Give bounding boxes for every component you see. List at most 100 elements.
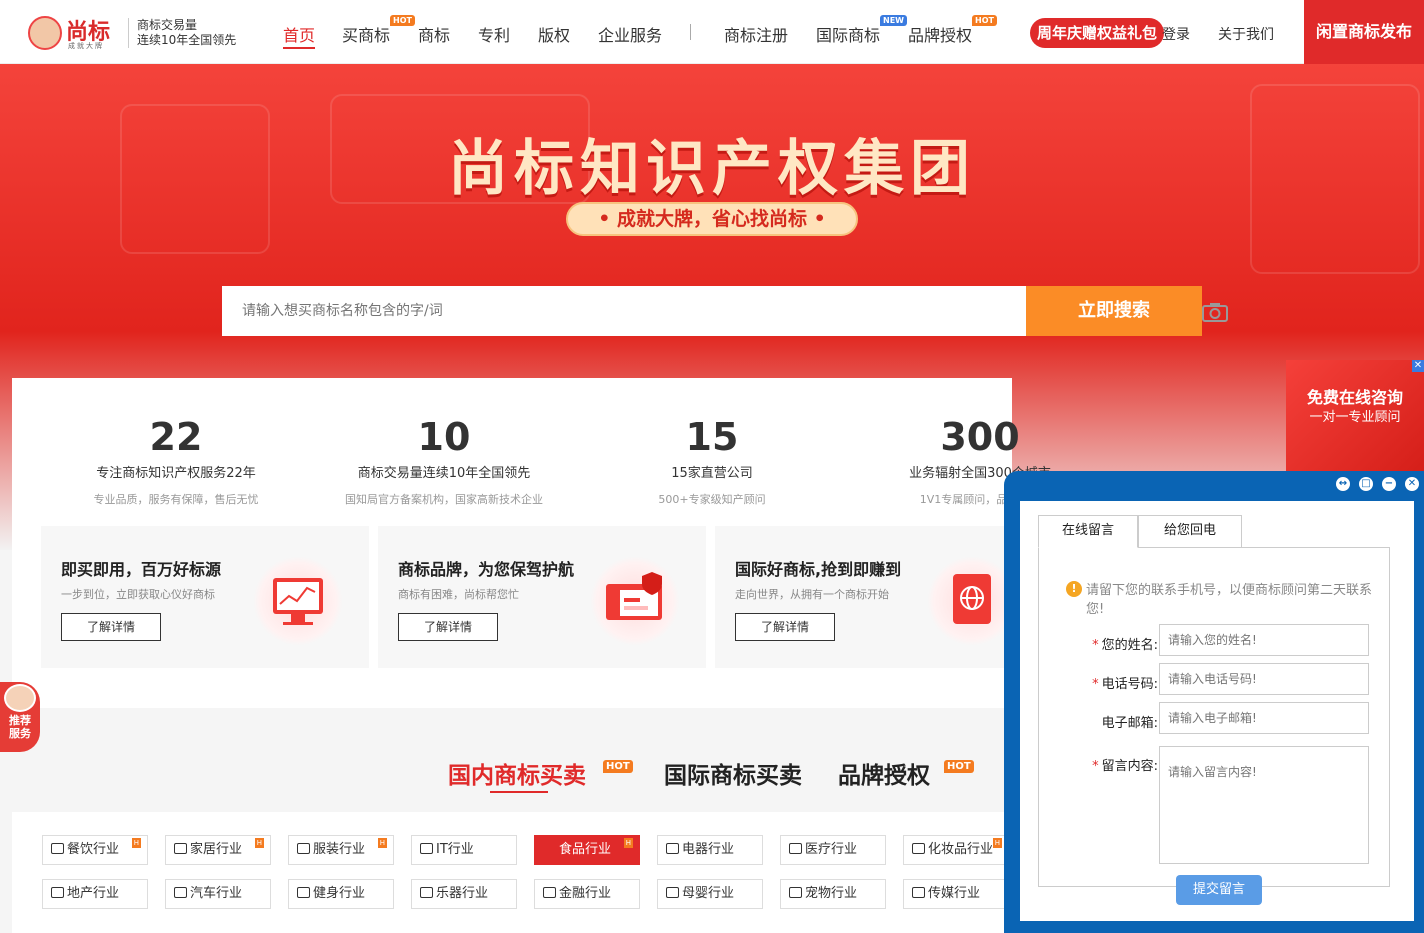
bowl-icon — [51, 843, 64, 854]
category-label: 宠物行业 — [805, 886, 858, 901]
name-input[interactable] — [1159, 624, 1369, 656]
close-icon[interactable]: ✕ — [1412, 360, 1424, 372]
category-appliance[interactable]: 电器行业 — [657, 835, 763, 865]
lipstick-icon — [912, 843, 925, 854]
coin-icon — [543, 887, 556, 898]
tab-online-message[interactable]: 在线留言 — [1038, 515, 1138, 548]
expand-icon[interactable]: ↔ — [1336, 477, 1350, 491]
category-fitness[interactable]: 健身行业 — [288, 879, 394, 909]
sofa-icon — [174, 843, 187, 854]
nav-buy-trademark[interactable]: 买商标 — [342, 22, 390, 46]
tab-brand-license[interactable]: 品牌授权 — [838, 756, 930, 790]
nav-home[interactable]: 首页 — [283, 22, 315, 46]
close-icon[interactable]: ✕ — [1405, 477, 1419, 491]
submit-message-button[interactable]: 提交留言 — [1176, 875, 1262, 905]
category-catering[interactable]: 餐饮行业 H — [42, 835, 148, 865]
tab-domestic[interactable]: 国内商标买卖 — [448, 756, 586, 790]
category-finance[interactable]: 金融行业 — [534, 879, 640, 909]
shirt-icon — [297, 843, 310, 854]
category-label: 服装行业 — [313, 842, 366, 857]
category-label: 医疗行业 — [805, 842, 858, 857]
message-textarea[interactable] — [1159, 746, 1369, 864]
category-label: 金融行业 — [559, 886, 612, 901]
hot-mini-badge: H — [131, 838, 141, 848]
hot-badge: HOT — [603, 760, 633, 773]
stat-number: 15 — [685, 415, 739, 459]
feature-subtitle: 商标有困难，尚标帮您忙 — [398, 588, 519, 601]
recommend-service-float[interactable]: 推荐 服务 — [0, 682, 40, 752]
learn-more-button[interactable]: 了解详情 — [735, 613, 835, 641]
piano-icon — [420, 887, 433, 898]
category-auto[interactable]: 汽车行业 — [165, 879, 271, 909]
category-label: 汽车行业 — [190, 886, 243, 901]
category-media[interactable]: 传媒行业 — [903, 879, 1009, 909]
nav-copyright[interactable]: 版权 — [538, 22, 570, 46]
feature-title: 即买即用，百万好标源 — [61, 560, 222, 579]
nav-international[interactable]: 国际商标 — [816, 22, 880, 46]
category-label: 乐器行业 — [436, 886, 489, 901]
category-baby[interactable]: 母婴行业 — [657, 879, 763, 909]
consult-title: 免费在线咨询 — [1306, 388, 1403, 407]
category-home[interactable]: 家居行业 H — [165, 835, 271, 865]
maximize-icon[interactable]: □ — [1359, 477, 1373, 491]
tab-international[interactable]: 国际商标买卖 — [664, 756, 802, 790]
monitor-chart-icon — [253, 556, 343, 646]
category-food[interactable]: 食品行业 H — [534, 835, 640, 865]
nav-patent[interactable]: 专利 — [478, 22, 510, 46]
phone-input[interactable] — [1159, 663, 1369, 695]
hot-mini-badge: H — [254, 838, 264, 848]
camera-icon[interactable] — [1202, 302, 1228, 322]
feature-card-international: 国际好商标,抢到即赚到 走向世界，从拥有一个商标开始 了解详情 — [715, 526, 1043, 668]
nav-brand-license[interactable]: 品牌授权 — [908, 22, 972, 46]
tab-callback[interactable]: 给您回电 — [1138, 515, 1242, 548]
phone-label-text: 电话号码: — [1101, 677, 1158, 692]
content-label-text: 留言内容: — [1101, 759, 1158, 774]
nav-enterprise[interactable]: 企业服务 — [598, 22, 662, 46]
category-instrument[interactable]: 乐器行业 — [411, 879, 517, 909]
name-label: * 您的姓名: — [1092, 638, 1158, 653]
logo-sub: 成就大牌 — [68, 42, 104, 50]
category-medical[interactable]: 医疗行业 — [780, 835, 886, 865]
category-label: 电器行业 — [682, 842, 735, 857]
message-widget-body: 在线留言 给您回电 ! 请留下您的联系手机号，以便商标顾问第二天联系您! * 您的… — [1020, 501, 1414, 921]
search-button[interactable]: 立即搜索 — [1026, 286, 1202, 336]
email-label: 电子邮箱: — [1072, 712, 1158, 731]
hero-title: 尚标知识产权集团 — [448, 134, 976, 204]
dumbbell-icon — [297, 887, 310, 898]
search-box — [222, 286, 1228, 336]
feature-subtitle: 一步到位，立即获取心仪好商标 — [61, 588, 215, 601]
nav-register[interactable]: 商标注册 — [724, 22, 788, 46]
consult-subtitle: 一对一专业顾问 — [1309, 410, 1401, 425]
search-input[interactable] — [222, 286, 962, 336]
message-widget: ↔ □ − ✕ 在线留言 给您回电 ! 请留下您的联系手机号，以便商标顾问第二天… — [1004, 471, 1424, 933]
free-consult-banner[interactable]: 免费在线咨询 一对一专业顾问 — [1286, 360, 1424, 478]
hero-slogan: • 成就大牌，省心找尚标 • — [566, 202, 858, 236]
shield-document-icon — [590, 556, 680, 646]
publish-trademark-button[interactable]: 闲置商标发布 — [1304, 0, 1424, 64]
about-link[interactable]: 关于我们 — [1218, 24, 1274, 44]
site-logo[interactable]: 尚标 成就大牌 — [28, 14, 124, 52]
email-input[interactable] — [1159, 702, 1369, 734]
category-apparel[interactable]: 服装行业 H — [288, 835, 394, 865]
minimize-icon[interactable]: − — [1382, 477, 1396, 491]
learn-more-button[interactable]: 了解详情 — [61, 613, 161, 641]
monitor-icon — [420, 843, 433, 854]
nav-trademark[interactable]: 商标 — [418, 22, 450, 46]
feature-title: 国际好商标,抢到即赚到 — [735, 560, 902, 579]
category-label: 家居行业 — [190, 842, 243, 857]
category-realestate[interactable]: 地产行业 — [42, 879, 148, 909]
nav-active-underline — [283, 47, 315, 49]
email-label-text: 电子邮箱: — [1101, 716, 1158, 731]
category-pet[interactable]: 宠物行业 — [780, 879, 886, 909]
industry-category-panel: 餐饮行业 H 家居行业 H 服装行业 H IT行业 食品行业 H 电器行业 医疗行业 化… — [12, 812, 1012, 933]
learn-more-button[interactable]: 了解详情 — [398, 613, 498, 641]
category-cosmetics[interactable]: 化妆品行业 H — [903, 835, 1009, 865]
hot-badge: HOT — [390, 15, 415, 26]
anniversary-promo-button[interactable]: 周年庆赠权益礼包 — [1030, 18, 1164, 48]
category-it[interactable]: IT行业 — [411, 835, 517, 865]
stat-number: 22 — [149, 415, 203, 459]
top-navbar: 尚标 成就大牌 商标交易量 连续10年全国领先 首页 买商标 HOT 商标 专利… — [0, 0, 1424, 64]
mascot-icon — [28, 16, 62, 50]
login-link[interactable]: 登录 — [1162, 24, 1190, 44]
category-label: 母婴行业 — [682, 886, 735, 901]
